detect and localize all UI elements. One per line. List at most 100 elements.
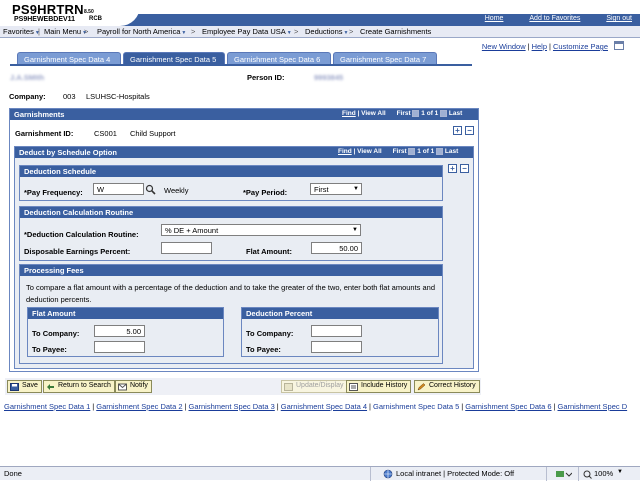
app-header: PS9HRTRN 8.50 PS9HEWEBDEV11 RCB Home Add… [0,0,640,26]
pct-to-payee-input[interactable] [311,341,362,353]
status-text: Done [4,469,22,478]
menu-employee-pay-data[interactable]: Employee Pay Data USA▼ [202,27,292,36]
delete-row-icon[interactable]: − [460,164,469,173]
include-history-button[interactable]: Include History [346,380,412,393]
link-garnishment-spec-data-2[interactable]: Garnishment Spec Data 2 [96,402,182,411]
menu-main-menu[interactable]: Main Menu▼ [44,27,87,36]
link-garnishment-spec-data-5[interactable]: Garnishment Spec Data 5 [373,402,459,411]
previous-icon[interactable] [408,148,416,155]
chevron-down-icon: ▼ [343,30,349,36]
menu-separator: > [191,27,196,36]
history-icon [349,383,358,391]
status-divider [370,467,371,481]
processing-fees-note-1: To compare a flat amount with a percenta… [26,283,436,292]
page-links: New Window | Help | Customize Page [481,42,608,51]
deduction-percent-title: Deduction Percent [246,309,313,318]
company-code: 003 [63,92,76,101]
pct-to-company-label: To Company: [246,329,294,338]
home-link[interactable]: Home [485,15,504,22]
flat-to-payee-input[interactable] [94,341,145,353]
last-label[interactable]: Last [445,148,458,155]
person-id-label: Person ID: [247,73,285,82]
disposable-earnings-input[interactable] [161,242,212,254]
browser-status-bar: Done Local intranet | Protected Mode: Of… [0,466,640,481]
notify-button[interactable]: Notify [115,380,152,393]
zoom-level[interactable]: 100% [594,469,613,478]
view-all-link[interactable]: View All [357,148,382,155]
sign-out-link[interactable]: Sign out [606,15,632,22]
garnishment-id-desc: Child Support [130,129,176,138]
chevron-down-icon: ▼ [286,30,292,36]
correct-history-button[interactable]: Correct History [414,380,480,393]
next-icon[interactable] [436,148,444,155]
menu-separator: > [349,27,354,36]
garnishments-title: Garnishments [14,110,65,119]
menu-payroll[interactable]: Payroll for North America▼ [97,27,186,36]
first-label[interactable]: First [393,148,407,155]
chevron-down-icon: ▼ [353,186,359,192]
link-garnishment-spec-data-1[interactable]: Garnishment Spec Data 1 [4,402,90,411]
garnishment-id-label: Garnishment ID: [15,129,74,138]
calc-routine-title: Deduction Calculation Routine [24,208,134,217]
flat-amount-header: Flat Amount [28,308,223,319]
pay-period-label: *Pay Period: [243,188,288,197]
menu-create-garnishments[interactable]: Create Garnishments [360,27,431,36]
status-divider [546,467,547,481]
previous-icon[interactable] [412,110,420,117]
find-link[interactable]: Find [338,148,352,155]
menu-deductions[interactable]: Deductions▼ [305,27,348,36]
next-icon[interactable] [440,110,448,117]
zoom-icon[interactable] [583,470,592,479]
update-display-button[interactable]: Update/Display [281,380,348,393]
new-window-link[interactable]: New Window [482,42,526,51]
add-to-favorites-link[interactable]: Add to Favorites [529,15,580,22]
pay-frequency-input[interactable]: W [93,183,144,195]
find-link[interactable]: Find [342,110,356,117]
link-garnishment-spec-data-4[interactable]: Garnishment Spec Data 4 [281,402,367,411]
header-links: Home Add to Favorites Sign out [461,15,632,22]
save-button[interactable]: Save [7,380,42,393]
first-label[interactable]: First [397,110,411,117]
processing-fees-title: Processing Fees [24,266,84,275]
view-all-link[interactable]: View All [361,110,386,117]
chevron-down-icon[interactable]: ▼ [617,469,623,475]
calc-routine-select[interactable]: % DE + Amount ▼ [161,224,361,236]
flat-to-company-label: To Company: [32,329,80,338]
return-to-search-button[interactable]: Return to Search [43,380,115,393]
last-label[interactable]: Last [449,110,462,117]
link-garnishment-spec-data-3[interactable]: Garnishment Spec Data 3 [189,402,275,411]
pct-to-payee-label: To Payee: [246,345,281,354]
flat-to-company-input[interactable]: 5.00 [94,325,145,337]
deduction-percent-header: Deduction Percent [242,308,438,319]
person-id-value: 9993845 [314,73,344,82]
disposable-earnings-label: Disposable Earnings Percent: [24,247,131,256]
link-garnishment-spec-data-7[interactable]: Garnishment Spec D [558,402,628,411]
menu-favorites[interactable]: Favorites▼ [3,27,40,36]
help-link[interactable]: Help [532,42,547,51]
garnishments-header: Garnishments Find | View All First 1 of … [10,109,478,120]
pct-to-company-input[interactable] [311,325,362,337]
search-icon[interactable] [145,184,156,195]
return-icon [47,384,54,390]
system-name: PS9HRTRN [12,2,84,17]
row-count: 1 of 1 [417,148,435,156]
status-divider [578,467,579,481]
deduction-schedule-title: Deduction Schedule [24,167,97,176]
link-garnishment-spec-data-6[interactable]: Garnishment Spec Data 6 [465,402,551,411]
window-icon[interactable] [614,41,624,50]
protected-mode-icon[interactable] [556,470,572,478]
system-version: 8.50 [84,9,94,15]
deduct-schedule-header: Deduct by Schedule Option Find | View Al… [15,147,473,158]
add-row-icon[interactable]: + [453,126,462,135]
menu-separator: > [294,27,299,36]
company-name: LSUHSC-Hospitals [86,92,150,101]
pay-frequency-desc: Weekly [164,186,189,195]
database-name: PS9HEWEBDEV11 [14,16,76,23]
flat-amount-input[interactable]: 50.00 [311,242,362,254]
delete-row-icon[interactable]: − [465,126,474,135]
pay-period-select[interactable]: First ▼ [310,183,362,195]
customize-page-link[interactable]: Customize Page [553,42,608,51]
add-row-icon[interactable]: + [448,164,457,173]
chevron-down-icon: ▼ [181,30,187,36]
pencil-icon [417,383,426,391]
